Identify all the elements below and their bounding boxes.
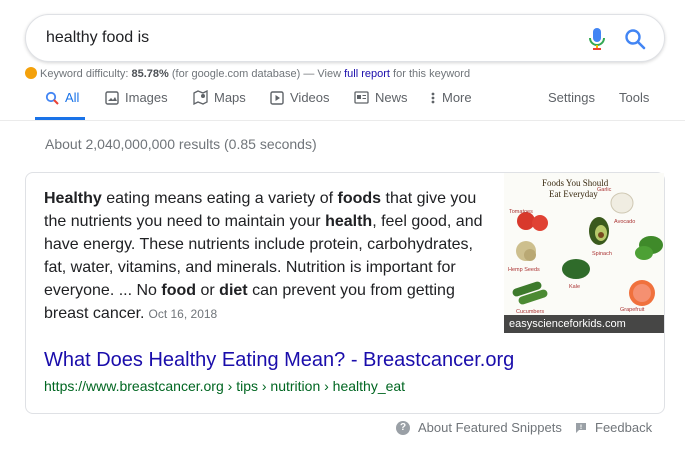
result-title-link[interactable]: What Does Healthy Eating Mean? - Breastc… bbox=[44, 349, 514, 372]
image-label: Tomatoes bbox=[509, 209, 533, 215]
image-label: Grapefruit bbox=[620, 307, 645, 313]
active-tab-indicator bbox=[35, 117, 85, 120]
snippet-bold-term: diet bbox=[219, 282, 248, 299]
search-icon bbox=[45, 91, 59, 105]
tab-label: Maps bbox=[214, 90, 246, 105]
healthy-foods-illustration: Foods You Should Eat Everyday Garlic Tom… bbox=[504, 173, 664, 333]
tab-more[interactable]: More bbox=[430, 90, 472, 105]
search-input[interactable]: healthy food is bbox=[46, 29, 149, 47]
snippet-bold-term: health bbox=[325, 213, 373, 230]
microphone-icon[interactable] bbox=[588, 27, 606, 51]
tools-label: Tools bbox=[619, 90, 650, 105]
snippet-image[interactable]: Foods You Should Eat Everyday Garlic Tom… bbox=[504, 173, 664, 333]
kd-label: Keyword difficulty: bbox=[40, 68, 129, 80]
featured-snippet: Healthy eating means eating a variety of… bbox=[25, 172, 665, 414]
tab-label: News bbox=[375, 90, 408, 105]
result-url: https://www.breastcancer.org › tips › nu… bbox=[44, 378, 406, 394]
snippet-text: Healthy eating means eating a variety of… bbox=[44, 187, 492, 326]
play-icon bbox=[270, 90, 284, 105]
snippet-bold-term: Healthy bbox=[44, 190, 102, 207]
kd-source: (for google.com database) — View bbox=[171, 68, 342, 80]
image-caption: easyscienceforkids.com bbox=[504, 315, 664, 333]
image-label: Hemp Seeds bbox=[508, 267, 540, 273]
image-heading-2: Eat Everyday bbox=[549, 189, 598, 199]
image-label: Avocado bbox=[614, 219, 635, 225]
tab-maps[interactable]: Maps bbox=[193, 90, 246, 105]
snippet-bold-term: food bbox=[161, 282, 197, 299]
result-stats: About 2,040,000,000 results (0.85 second… bbox=[45, 136, 317, 152]
snippet-bold-term: foods bbox=[337, 190, 382, 207]
settings-link[interactable]: Settings bbox=[548, 90, 595, 105]
kd-suffix: for this keyword bbox=[393, 68, 471, 80]
image-label: Kale bbox=[569, 284, 580, 290]
more-vertical-icon bbox=[431, 92, 435, 103]
tab-all[interactable]: All bbox=[45, 90, 79, 105]
kd-value: 85.78% bbox=[131, 68, 169, 80]
tab-label: All bbox=[65, 90, 80, 105]
tab-images[interactable]: Images bbox=[105, 90, 168, 105]
about-featured-snippets[interactable]: ? About Featured Snippets bbox=[396, 420, 562, 435]
search-tabs: All Images Maps Videos News More Setting… bbox=[0, 84, 685, 121]
tab-news[interactable]: News bbox=[354, 90, 408, 105]
snippet-date: Oct 16, 2018 bbox=[148, 307, 218, 321]
feedback-icon bbox=[576, 422, 586, 433]
image-label: Garlic bbox=[597, 187, 612, 193]
tab-label: More bbox=[442, 90, 472, 105]
image-label: Spinach bbox=[592, 251, 612, 257]
seo-extension-icon bbox=[25, 67, 37, 79]
feedback-label: Feedback bbox=[595, 420, 653, 435]
about-snippets-label: About Featured Snippets bbox=[418, 420, 562, 435]
tab-label: Videos bbox=[290, 90, 330, 105]
map-icon bbox=[193, 90, 208, 105]
help-icon: ? bbox=[396, 420, 410, 435]
settings-label: Settings bbox=[548, 90, 595, 105]
image-icon bbox=[105, 90, 119, 105]
tab-videos[interactable]: Videos bbox=[270, 90, 330, 105]
search-icon[interactable] bbox=[624, 28, 646, 50]
snippet-segment: or bbox=[196, 282, 220, 299]
keyword-difficulty: Keyword difficulty: 85.78% (for google.c… bbox=[25, 67, 470, 80]
full-report-link[interactable]: full report bbox=[344, 68, 390, 80]
feedback-link[interactable]: Feedback bbox=[575, 420, 652, 435]
tab-label: Images bbox=[125, 90, 168, 105]
news-icon bbox=[354, 91, 369, 104]
search-box[interactable]: healthy food is bbox=[25, 14, 665, 62]
snippet-segment: eating means eating a variety of bbox=[101, 190, 338, 207]
tools-link[interactable]: Tools bbox=[619, 90, 649, 105]
